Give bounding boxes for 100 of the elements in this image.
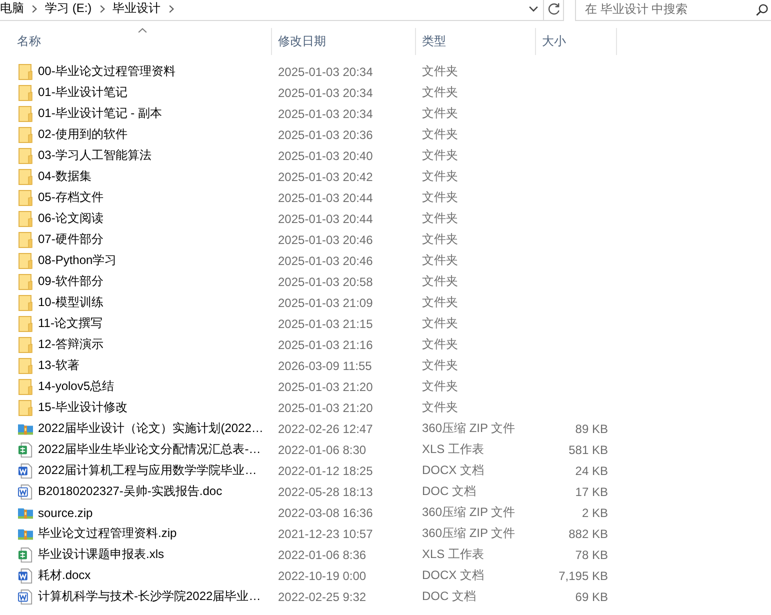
file-type: DOC 文档	[422, 589, 476, 603]
modified-date: 2025-01-03 20:40	[278, 148, 373, 162]
folder-icon	[18, 378, 33, 394]
file-type: 文件夹	[422, 400, 458, 414]
file-name[interactable]: 12-答辩演示	[38, 336, 104, 353]
file-name[interactable]: 2022届毕业设计（论文）实施计划(2022…	[38, 420, 264, 437]
file-size: 89 KB	[575, 422, 608, 436]
breadcrumb[interactable]: 电脑	[0, 1, 24, 16]
file-name[interactable]: 11-论文撰写	[38, 315, 102, 332]
breadcrumb[interactable]: 毕业设计	[112, 1, 161, 16]
folder-icon	[18, 232, 33, 248]
file-name[interactable]: 10-模型训练	[38, 294, 104, 311]
column-header[interactable]: 修改日期	[272, 28, 416, 55]
folder-icon	[18, 64, 33, 80]
file-name[interactable]: 15-毕业设计修改	[38, 399, 128, 416]
chevron-right-icon[interactable]	[32, 4, 37, 12]
file-name[interactable]: 毕业论文过程管理资料.zip	[38, 525, 177, 542]
modified-date: 2022-01-12 18:25	[278, 464, 373, 478]
file-size: 2 KB	[582, 506, 608, 520]
column-header[interactable]: 大小	[536, 28, 617, 55]
chevron-right-icon[interactable]	[168, 4, 174, 12]
file-type: DOC 文档	[422, 484, 476, 498]
document-icon	[18, 588, 33, 604]
modified-date: 2022-03-08 16:36	[278, 506, 373, 520]
file-type: 文件夹	[422, 190, 458, 204]
modified-date: 2025-01-03 20:42	[278, 170, 373, 184]
spreadsheet-icon	[18, 442, 33, 458]
file-size: 17 KB	[575, 484, 608, 498]
file-size: 882 KB	[568, 526, 608, 540]
file-name[interactable]: 04-数据集	[38, 168, 92, 185]
file-size: 24 KB	[575, 464, 608, 478]
spreadsheet-icon	[18, 546, 33, 562]
file-type: 文件夹	[422, 106, 458, 120]
modified-date: 2022-02-26 12:47	[278, 422, 373, 436]
modified-date: 2025-01-03 21:09	[278, 296, 373, 310]
column-header[interactable]: 类型	[416, 28, 536, 55]
file-name[interactable]: 01-毕业设计笔记 - 副本	[38, 105, 162, 122]
modified-date: 2025-01-03 20:58	[278, 274, 373, 288]
file-size: 581 KB	[568, 442, 608, 456]
file-type: 文件夹	[422, 295, 458, 309]
file-type: 文件夹	[422, 211, 458, 225]
file-name[interactable]: 计算机科学与技术-长沙学院2022届毕业…	[38, 588, 261, 605]
file-type: 文件夹	[422, 127, 458, 141]
file-type: 文件夹	[422, 253, 458, 267]
breadcrumb[interactable]: 学习 (E:)	[45, 1, 92, 16]
modified-date: 2025-01-03 20:36	[278, 128, 373, 142]
file-type: 文件夹	[422, 169, 458, 183]
file-name[interactable]: 耗材.docx	[38, 567, 91, 584]
file-type: 文件夹	[422, 358, 458, 372]
file-type: 文件夹	[422, 274, 458, 288]
file-type: XLS 工作表	[422, 547, 484, 561]
chevron-right-icon[interactable]	[100, 4, 105, 12]
file-name[interactable]: 03-学习人工智能算法	[38, 147, 152, 164]
column-header[interactable]: 名称	[0, 28, 272, 55]
file-type: 文件夹	[422, 232, 458, 246]
file-name[interactable]: 01-毕业设计笔记	[38, 84, 128, 101]
file-size: 78 KB	[575, 548, 608, 562]
file-type: 360压缩 ZIP 文件	[422, 526, 516, 540]
folder-icon	[18, 84, 33, 100]
modified-date: 2025-01-03 20:44	[278, 212, 373, 226]
file-name[interactable]: 07-硬件部分	[38, 231, 104, 248]
file-type: 文件夹	[422, 337, 458, 351]
file-name[interactable]: 2022届计算机工程与应用数学学院毕业…	[38, 462, 257, 479]
file-name[interactable]: 06-论文阅读	[38, 210, 104, 227]
search-field[interactable]: 在 毕业设计 中搜索	[575, 0, 771, 21]
file-name[interactable]: source.zip	[38, 506, 93, 520]
file-type: XLS 工作表	[422, 442, 484, 456]
modified-date: 2022-10-19 0:00	[278, 568, 366, 582]
file-name[interactable]: 毕业设计课题申报表.xls	[38, 546, 164, 563]
modified-date: 2025-01-03 21:20	[278, 380, 373, 394]
file-name[interactable]: 14-yolov5总结	[38, 378, 114, 395]
file-type: 360压缩 ZIP 文件	[422, 421, 516, 435]
modified-date: 2021-12-23 10:57	[278, 526, 373, 540]
file-size: 69 KB	[575, 590, 608, 604]
modified-date: 2026-03-09 11:55	[278, 358, 372, 372]
file-name[interactable]: 2022届毕业生毕业论文分配情况汇总表-…	[38, 441, 261, 458]
file-name[interactable]: 09-软件部分	[38, 273, 104, 290]
file-name[interactable]: B20180202327-吴帅-实践报告.doc	[38, 483, 222, 500]
search-icon[interactable]	[756, 4, 768, 16]
folder-icon	[18, 274, 33, 290]
file-name[interactable]: 13-软著	[38, 357, 80, 374]
file-name[interactable]: 00-毕业论文过程管理资料	[38, 63, 176, 80]
modified-date: 2025-01-03 21:20	[278, 400, 373, 414]
folder-icon	[18, 190, 33, 206]
refresh-icon[interactable]	[548, 2, 560, 15]
modified-date: 2022-01-06 8:30	[278, 442, 366, 456]
file-name[interactable]: 05-存档文件	[38, 189, 104, 206]
file-name[interactable]: 02-使用到的软件	[38, 126, 128, 143]
document-icon	[18, 462, 33, 478]
modified-date: 2025-01-03 20:34	[278, 106, 373, 120]
modified-date: 2025-01-03 21:15	[278, 316, 373, 330]
file-name[interactable]: 08-Python学习	[38, 252, 117, 269]
modified-date: 2025-01-03 21:16	[278, 338, 373, 352]
folder-icon	[18, 126, 33, 142]
file-type: 文件夹	[422, 85, 458, 99]
sort-ascending-icon	[138, 28, 147, 33]
modified-date: 2022-01-06 8:36	[278, 548, 366, 562]
document-icon	[18, 484, 33, 500]
chevron-down-icon[interactable]	[529, 6, 538, 12]
file-type: 360压缩 ZIP 文件	[422, 505, 516, 519]
